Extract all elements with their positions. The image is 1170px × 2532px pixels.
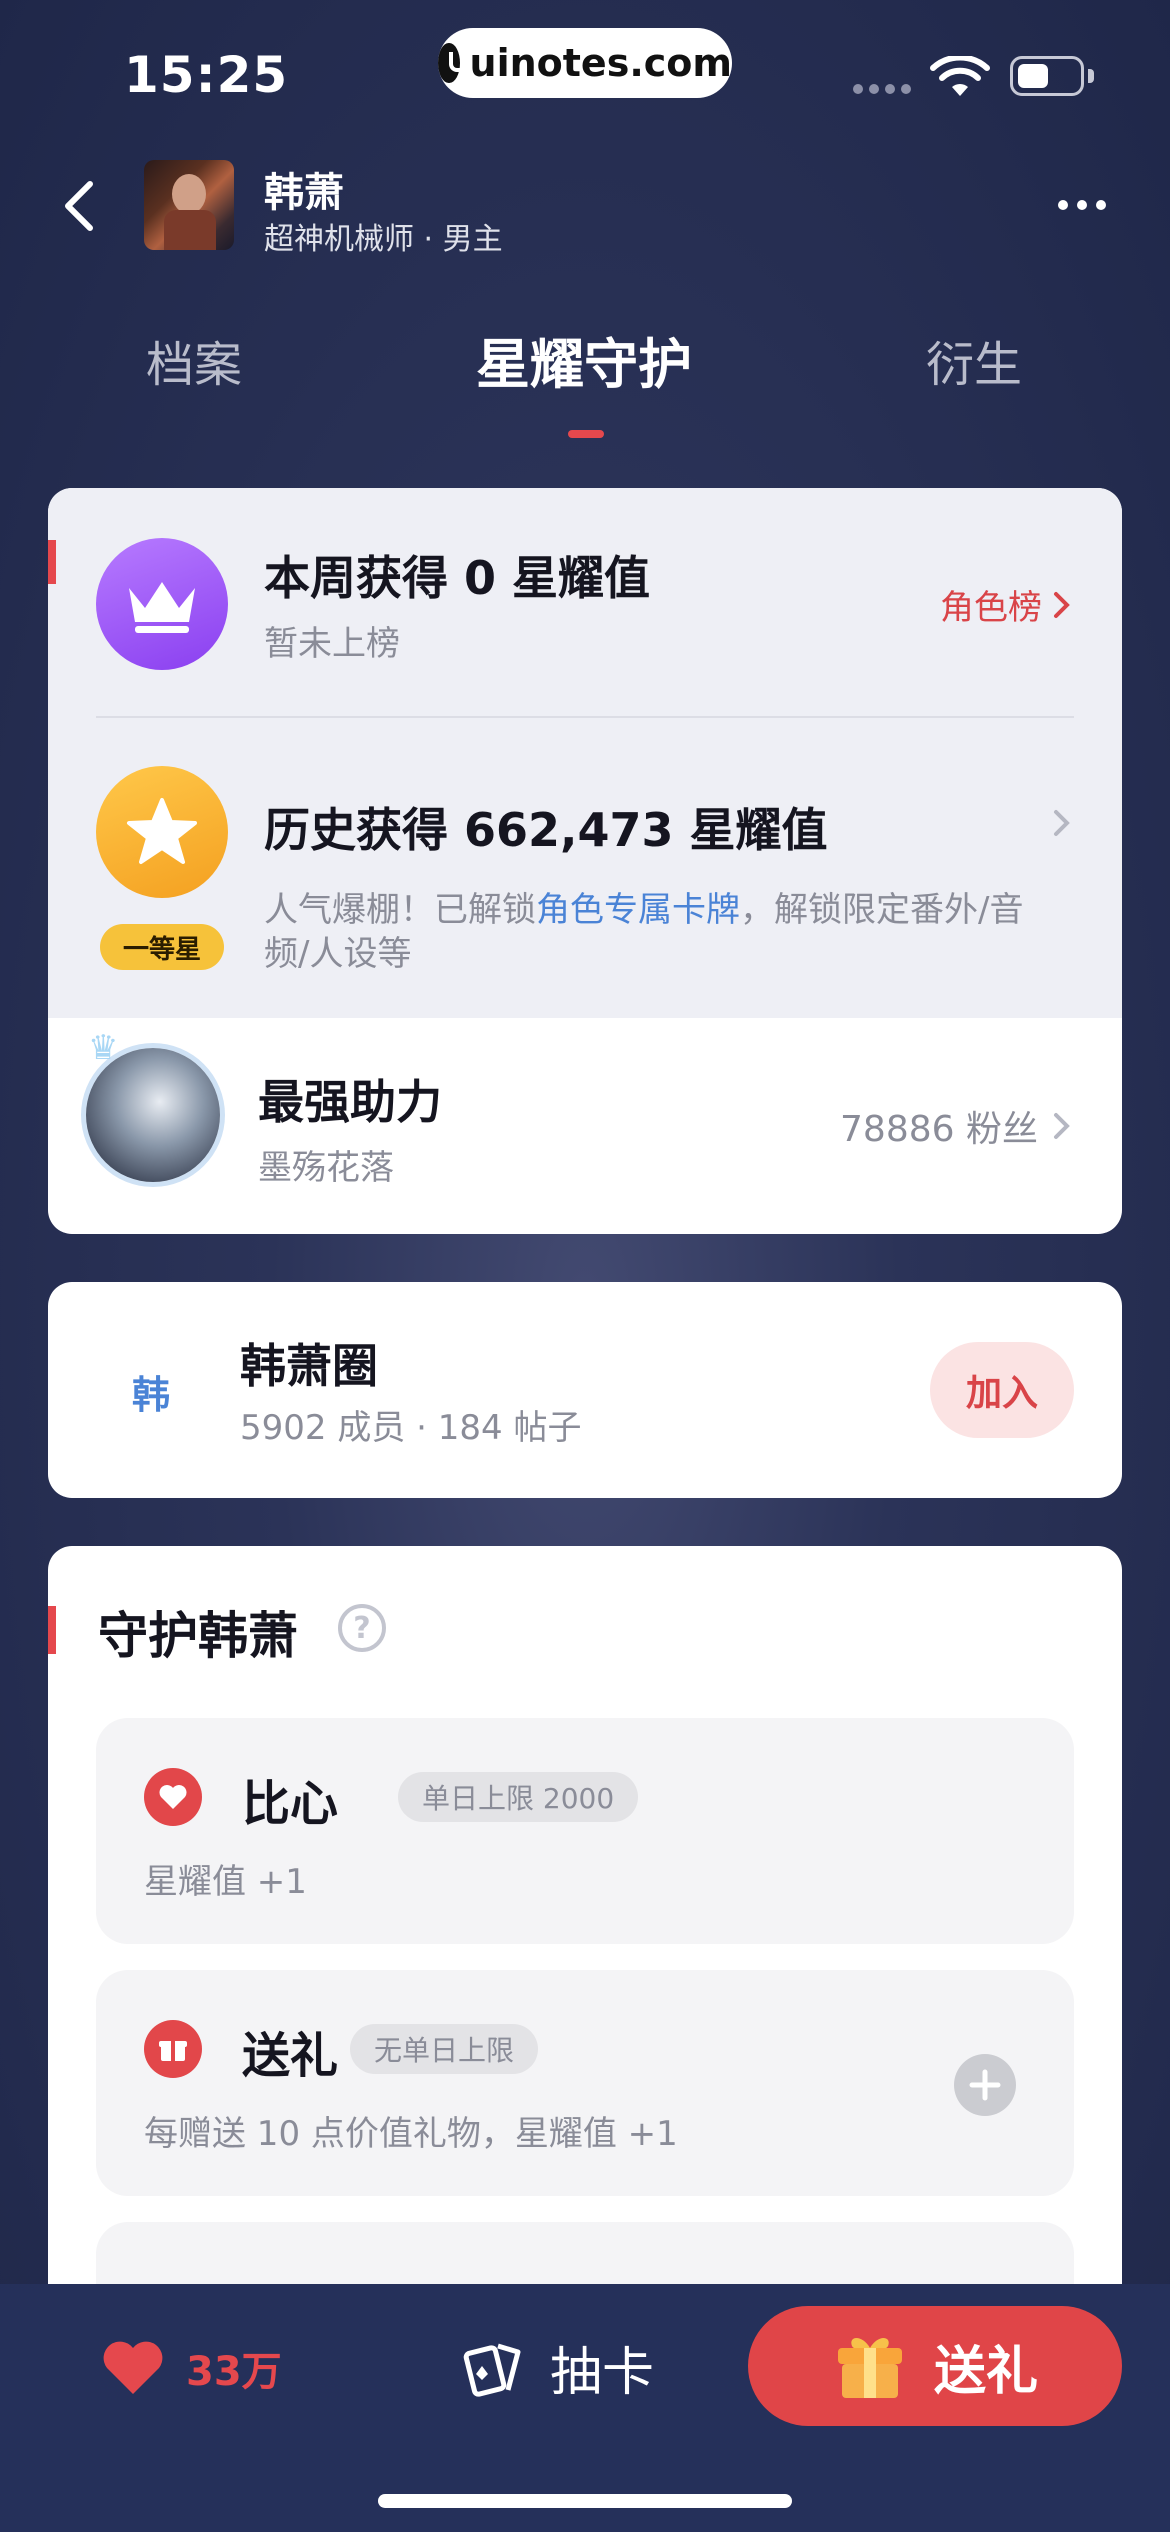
circle-card[interactable]: 韩 韩萧圈 5902 成员 · 184 帖子 加入 <box>48 1282 1122 1498</box>
tab-profile[interactable]: 档案 <box>146 325 242 395</box>
task-description: 每赠送 10 点价值礼物，星耀值 +1 <box>144 2114 678 2154</box>
task-name: 送礼 <box>242 2028 339 2084</box>
helper-avatar[interactable] <box>86 1048 220 1182</box>
helper-fans-count: 78886 粉丝 <box>840 1109 1038 1150</box>
heart-icon <box>103 2341 163 2394</box>
draw-card-label: 抽卡 <box>550 2343 655 2403</box>
history-title: 历史获得 662,473 星耀值 <box>264 803 828 857</box>
send-gift-label: 送礼 <box>933 2341 1038 2402</box>
plus-icon[interactable] <box>954 2054 1016 2116</box>
guard-card: 守护韩萧 ? 比心 单日上限 2000 星耀值 +1 送礼 无单日上限 每赠送 … <box>48 1546 1122 2286</box>
crown-icon <box>96 538 228 670</box>
character-subtitle: 超神机械师 · 男主 <box>264 222 503 257</box>
chevron-right-icon[interactable] <box>1052 802 1072 848</box>
task-limit-badge: 单日上限 2000 <box>398 1772 639 1822</box>
helper-fans-link[interactable]: 78886 粉丝 <box>840 1100 1072 1152</box>
task-limit-badge: 无单日上限 <box>350 2024 539 2074</box>
task-description: 星耀值 +1 <box>144 1862 307 1902</box>
grade-badge: 一等星 <box>100 924 224 970</box>
home-indicator <box>378 2494 792 2508</box>
chevron-right-icon <box>1054 1113 1070 1139</box>
more-icon[interactable] <box>1058 200 1106 210</box>
like-button[interactable]: 33万 <box>100 2338 282 2398</box>
role-rank-link[interactable]: 角色榜 <box>940 580 1072 629</box>
card-icon <box>463 2343 521 2397</box>
divider <box>96 716 1074 718</box>
history-description: 人气爆棚！已解锁角色专属卡牌，解锁限定番外/音频/人设等 <box>264 890 1024 974</box>
top-helper-title: 最强助力 <box>258 1075 442 1129</box>
join-button[interactable]: 加入 <box>930 1342 1074 1438</box>
back-icon[interactable] <box>60 178 100 234</box>
character-avatar[interactable] <box>144 160 234 250</box>
url-pill: uinotes.com <box>438 28 732 98</box>
exclusive-card-link[interactable]: 角色专属卡牌 <box>536 890 740 930</box>
weekly-rank-status: 暂未上榜 <box>264 624 400 664</box>
guard-title: 守护韩萧 <box>98 1607 298 1665</box>
task-heart[interactable]: 比心 单日上限 2000 星耀值 +1 <box>96 1718 1074 1944</box>
role-rank-label: 角色榜 <box>940 588 1042 628</box>
tab-derivative[interactable]: 衍生 <box>926 325 1022 395</box>
signal-icon <box>853 84 911 94</box>
tab-star-guard[interactable]: 星耀守护 <box>476 320 692 399</box>
battery-icon <box>1010 56 1084 96</box>
circle-stats: 5902 成员 · 184 帖子 <box>240 1408 582 1448</box>
chevron-right-icon <box>1054 591 1070 618</box>
task-partial <box>96 2222 1074 2286</box>
url-text: uinotes.com <box>469 41 732 85</box>
status-time: 15:25 <box>124 46 289 104</box>
task-name: 比心 <box>242 1776 339 1832</box>
star-stats-card: 本周获得 0 星耀值 暂未上榜 角色榜 一等星 历史获得 662,473 星耀值… <box>48 488 1122 1234</box>
likes-count: 33万 <box>186 2349 282 2395</box>
help-icon[interactable]: ? <box>338 1604 386 1652</box>
star-icon <box>96 766 228 898</box>
draw-card-button[interactable]: 抽卡 <box>462 2330 654 2405</box>
top-helper-name: 墨殇花落 <box>258 1148 394 1188</box>
section-marker <box>48 540 56 584</box>
circle-name: 韩萧圈 <box>240 1339 378 1393</box>
wifi-icon <box>930 56 990 96</box>
gift-icon <box>837 2338 902 2398</box>
heart-icon <box>144 1768 202 1826</box>
tab-indicator <box>568 430 604 438</box>
battery-tip <box>1088 69 1094 83</box>
character-name: 韩萧 <box>264 170 344 216</box>
crown-icon: ♛ <box>88 1028 119 1068</box>
gift-icon <box>144 2020 202 2078</box>
weekly-title: 本周获得 0 星耀值 <box>264 551 651 605</box>
circle-initial: 韩 <box>132 1373 171 1417</box>
uinotes-logo-icon <box>438 43 471 83</box>
task-gift[interactable]: 送礼 无单日上限 每赠送 10 点价值礼物，星耀值 +1 <box>96 1970 1074 2196</box>
section-marker <box>48 1606 56 1654</box>
send-gift-button[interactable]: 送礼 <box>748 2306 1122 2426</box>
